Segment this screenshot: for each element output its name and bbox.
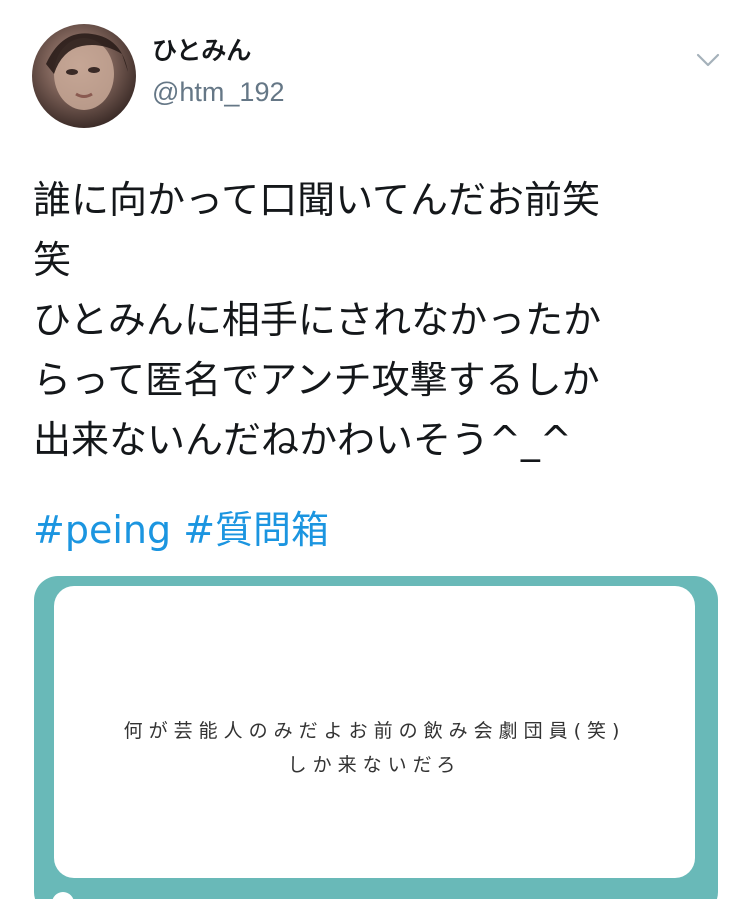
avatar[interactable] <box>32 24 136 128</box>
question-text: 何が芸能人のみだよお前の飲み会劇団員(笑) しか来ないだろ <box>54 714 695 782</box>
display-name[interactable]: ひとみん <box>152 36 251 66</box>
tweet-line: らって匿名でアンチ攻撃するしか <box>33 358 600 402</box>
tweet-line: 出来ないんだねかわいそう^_^ <box>33 418 572 462</box>
question-card-body: 何が芸能人のみだよお前の飲み会劇団員(笑) しか来ないだろ <box>54 586 695 878</box>
hashtags: #peing #質問箱 <box>33 504 329 556</box>
chevron-down-icon[interactable] <box>692 46 724 74</box>
question-card[interactable]: 何が芸能人のみだよお前の飲み会劇団員(笑) しか来ないだろ <box>34 576 718 899</box>
question-line: しか来ないだろ <box>287 754 462 776</box>
tweet-line: ひとみんに相手にされなかったか <box>33 298 602 342</box>
hashtag-peing-link[interactable]: #peing <box>33 508 171 552</box>
question-line: 何が芸能人のみだよお前の飲み会劇団員(笑) <box>123 720 626 742</box>
tweet-view: ひとみん @htm_192 誰に向かって口聞いてんだお前笑 笑 ひとみんに相手に… <box>0 0 732 899</box>
tweet-line: 誰に向かって口聞いてんだお前笑 <box>33 178 600 222</box>
tweet-line: 笑 <box>33 238 72 282</box>
hashtag-shitsumonbako-link[interactable]: #質問箱 <box>183 508 329 552</box>
card-dot-icon <box>52 892 74 899</box>
tweet-text: 誰に向かって口聞いてんだお前笑 笑 ひとみんに相手にされなかったか らって匿名で… <box>33 170 723 470</box>
user-handle[interactable]: @htm_192 <box>152 76 284 108</box>
